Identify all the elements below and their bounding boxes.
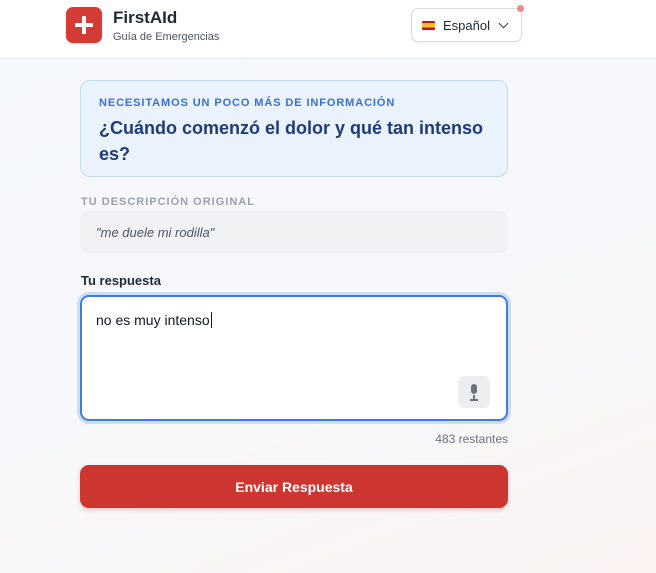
chevron-down-icon: [498, 18, 509, 29]
question-card: NECESITAMOS UN POCO MÁS DE INFORMACIÓN ¿…: [80, 80, 508, 177]
question-kicker: NECESITAMOS UN POCO MÁS DE INFORMACIÓN: [99, 97, 396, 109]
app-header: FirstAId Guía de Emergencias Español: [0, 0, 656, 59]
response-value: no es muy intenso: [96, 312, 210, 328]
spain-flag-icon: [422, 20, 435, 30]
brand-name: FirstAId: [113, 8, 178, 27]
question-text: ¿Cuándo comenzó el dolor y qué tan inten…: [99, 118, 484, 164]
original-description-text: "me duele mi rodilla": [96, 225, 215, 240]
medical-cross-icon: [66, 7, 102, 43]
response-label: Tu respuesta: [81, 273, 161, 288]
brand-subtitle: Guía de Emergencias: [113, 31, 220, 43]
response-text: no es muy intenso: [96, 312, 212, 328]
characters-remaining: 483 restantes: [435, 432, 508, 446]
language-selector[interactable]: Español: [411, 8, 522, 42]
original-description-box: "me duele mi rodilla": [80, 211, 508, 253]
notification-dot: [517, 5, 524, 12]
original-description-label: TU DESCRIPCIÓN ORIGINAL: [81, 196, 255, 208]
text-caret: [210, 312, 212, 328]
language-label: Español: [443, 17, 490, 33]
response-textarea[interactable]: no es muy intenso: [80, 295, 508, 421]
submit-response-button[interactable]: Enviar Respuesta: [80, 465, 508, 508]
voice-input-button[interactable]: [458, 376, 490, 408]
